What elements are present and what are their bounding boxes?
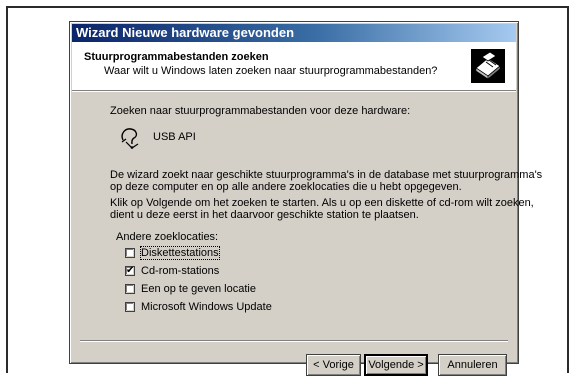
- other-locations-label: Andere zoeklocaties:: [116, 231, 219, 243]
- hardware-wizard-icon: [471, 49, 505, 83]
- windows-update-label[interactable]: Microsoft Windows Update: [141, 301, 272, 313]
- diskettes-checkbox[interactable]: [125, 248, 135, 258]
- cdrom-checkbox[interactable]: ✔: [125, 266, 135, 276]
- description-line-2: op deze computer en op alle andere zoekl…: [110, 181, 462, 193]
- window-title: Wizard Nieuwe hardware gevonden: [76, 25, 295, 40]
- cdrom-label[interactable]: Cd-rom-stations: [141, 265, 219, 277]
- instruction-line-2: dient u deze eerst in het daarvoor gesch…: [110, 209, 419, 221]
- wizard-window: Wizard Nieuwe hardware gevonden Stuurpro…: [69, 21, 542, 376]
- specific-location-checkbox[interactable]: [125, 284, 135, 294]
- option-diskettes[interactable]: Diskettestations: [125, 246, 220, 260]
- option-specific-location[interactable]: Een op te geven locatie: [125, 282, 256, 296]
- wizard-content: Zoeken naar stuurprogrammabestanden voor…: [70, 90, 542, 376]
- specific-location-label[interactable]: Een op te geven locatie: [141, 283, 256, 295]
- header-title: Stuurprogrammabestanden zoeken: [84, 51, 269, 63]
- wizard-header: Stuurprogrammabestanden zoeken Waar wilt…: [72, 42, 516, 91]
- page-frame-left: [6, 6, 8, 373]
- button-separator: [80, 340, 508, 342]
- option-cdrom[interactable]: ✔ Cd-rom-stations: [125, 264, 219, 278]
- diskettes-label[interactable]: Diskettestations: [140, 246, 220, 260]
- page-frame-top: [6, 6, 569, 8]
- title-bar[interactable]: Wizard Nieuwe hardware gevonden: [72, 24, 516, 42]
- page-frame-right: [567, 6, 569, 373]
- device-name: USB API: [153, 131, 196, 143]
- search-for-label: Zoeken naar stuurprogrammabestanden voor…: [110, 105, 411, 117]
- windows-update-checkbox[interactable]: [125, 302, 135, 312]
- option-windows-update[interactable]: Microsoft Windows Update: [125, 300, 272, 314]
- unknown-device-icon: [121, 128, 139, 149]
- header-subtitle: Waar wilt u Windows laten zoeken naar st…: [104, 65, 438, 77]
